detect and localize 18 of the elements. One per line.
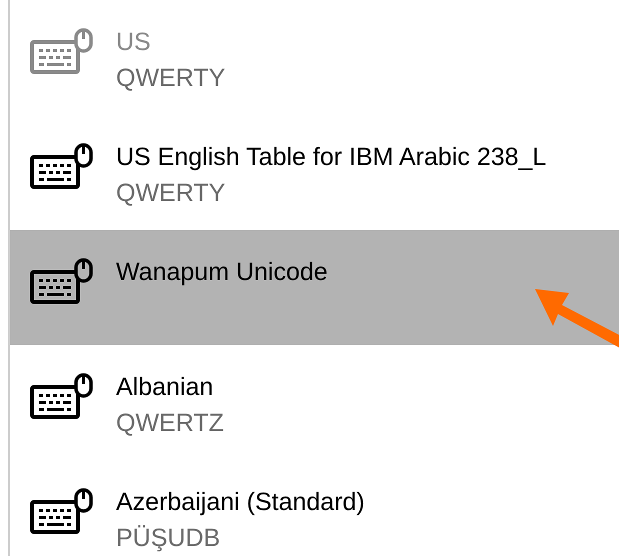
- keyboard-layout-item[interactable]: US English Table for IBM Arabic 238_L QWERTY: [10, 115, 619, 230]
- layout-name: US: [116, 27, 152, 58]
- layout-type: QWERTZ: [116, 408, 224, 439]
- keyboard-layout-item[interactable]: Wanapum Unicode: [10, 230, 619, 345]
- keyboard-mouse-icon: [30, 373, 94, 419]
- keyboard-mouse-icon: [30, 143, 94, 189]
- keyboard-mouse-icon: [30, 258, 94, 304]
- layout-type: PÜŞUDB: [116, 523, 222, 554]
- layout-type: QWERTY: [116, 178, 226, 209]
- keyboard-layout-item[interactable]: Albanian QWERTZ: [10, 345, 619, 460]
- keyboard-mouse-icon: [30, 28, 94, 74]
- layout-name: Wanapum Unicode: [116, 257, 328, 288]
- layout-type: QWERTY: [116, 63, 226, 94]
- layout-name: US English Table for IBM Arabic 238_L: [116, 142, 546, 173]
- keyboard-layout-item[interactable]: Azerbaijani (Standard) PÜŞUDB: [10, 460, 619, 556]
- layout-name: Albanian: [116, 372, 214, 403]
- layout-name: Azerbaijani (Standard): [116, 487, 365, 518]
- keyboard-mouse-icon: [30, 488, 94, 534]
